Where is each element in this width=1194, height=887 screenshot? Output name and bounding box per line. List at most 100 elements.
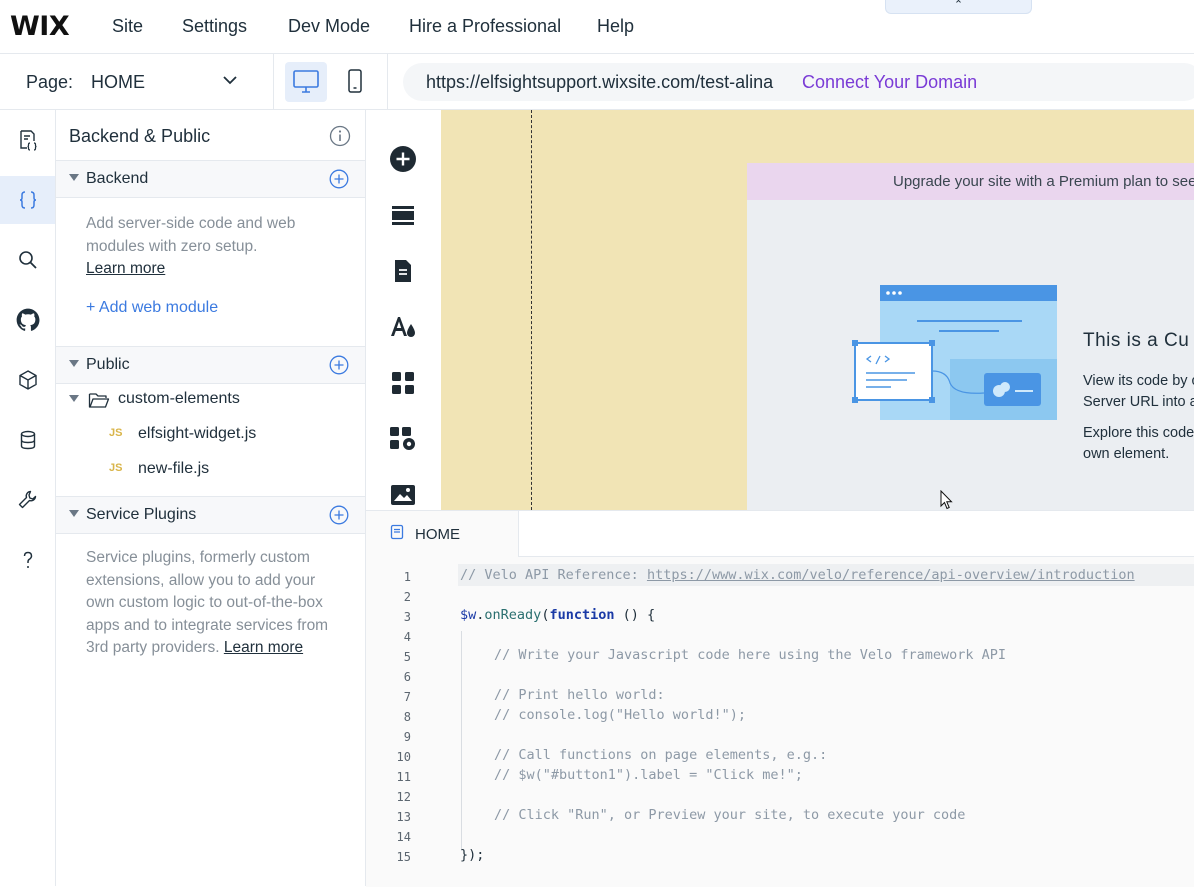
public-section-header[interactable]: Public bbox=[56, 346, 365, 384]
code-editor[interactable]: HOME 1 2 3 4 5 6 7 8 9 10 11 12 13 14 15… bbox=[366, 510, 1194, 887]
add-backend-button[interactable] bbox=[329, 169, 349, 194]
line-number: 12 bbox=[396, 790, 411, 804]
sections-button[interactable] bbox=[388, 200, 418, 230]
tab-home[interactable]: HOME bbox=[366, 511, 519, 557]
page-bar: Page: HOME https://elfsightsupport.wixsi… bbox=[0, 54, 1194, 110]
search-button[interactable] bbox=[0, 236, 55, 284]
file-row[interactable]: JS elfsight-widget.js bbox=[56, 420, 365, 450]
mobile-icon bbox=[348, 69, 362, 93]
menu-help[interactable]: Help bbox=[597, 16, 634, 37]
menu-settings[interactable]: Settings bbox=[182, 16, 247, 37]
developer-tools-button[interactable] bbox=[0, 476, 55, 524]
menu-dev-mode[interactable]: Dev Mode bbox=[288, 16, 370, 37]
add-elements-button[interactable] bbox=[388, 144, 418, 174]
api-reference-link[interactable]: https://www.wix.com/velo/reference/api-o… bbox=[647, 567, 1135, 583]
databases-button[interactable] bbox=[0, 416, 55, 464]
github-button[interactable] bbox=[0, 296, 55, 344]
image-icon bbox=[391, 485, 415, 505]
file-row[interactable]: JS new-file.js bbox=[56, 455, 365, 485]
custom-element-text: Server URL into a bbox=[1083, 394, 1194, 410]
custom-element-text: Explore this code bbox=[1083, 425, 1194, 441]
editor-tab-bar: HOME bbox=[366, 511, 1194, 557]
backend-public-button[interactable] bbox=[0, 176, 55, 224]
line-number: 13 bbox=[396, 810, 411, 824]
add-service-plugin-button[interactable] bbox=[329, 505, 349, 530]
code-comment[interactable]: // $w("#button1").label = "Click me!"; bbox=[494, 767, 803, 783]
page-selector[interactable]: HOME bbox=[91, 72, 145, 93]
database-icon bbox=[20, 430, 35, 450]
site-design-button[interactable] bbox=[388, 312, 418, 342]
line-number: 2 bbox=[403, 590, 411, 604]
braces-icon bbox=[19, 191, 36, 209]
plus-circle-icon bbox=[329, 355, 349, 375]
packages-button[interactable] bbox=[0, 356, 55, 404]
menu-hire-professional[interactable]: Hire a Professional bbox=[409, 16, 561, 37]
gridline bbox=[531, 110, 532, 510]
connect-domain-link[interactable]: Connect Your Domain bbox=[802, 72, 977, 93]
collapse-triangle-icon[interactable] bbox=[69, 360, 79, 367]
code-token: onReady bbox=[484, 607, 542, 623]
plus-circle-icon bbox=[329, 505, 349, 525]
code-comment[interactable]: // Print hello world: bbox=[494, 687, 665, 703]
pages-button[interactable] bbox=[388, 256, 418, 286]
collapse-triangle-icon[interactable] bbox=[69, 510, 79, 517]
code-line[interactable]: $w.onReady(function () { bbox=[460, 607, 655, 623]
code-line[interactable]: }); bbox=[460, 847, 484, 863]
help-button[interactable] bbox=[0, 536, 55, 584]
chevron-down-icon[interactable] bbox=[222, 70, 238, 95]
info-icon[interactable] bbox=[329, 125, 351, 152]
code-comment: // Velo API Reference: bbox=[460, 567, 647, 583]
tab-label: HOME bbox=[415, 526, 460, 543]
custom-element-preview[interactable]: Upgrade your site with a Premium plan to… bbox=[747, 163, 1194, 510]
help-icon bbox=[23, 551, 32, 568]
package-icon bbox=[18, 370, 37, 390]
apps-button[interactable] bbox=[388, 368, 418, 398]
chevron-up-icon: ⌃ bbox=[953, 0, 964, 11]
code-comment[interactable]: // console.log("Hello world!"); bbox=[494, 707, 746, 723]
collapse-toolbar-button[interactable]: ⌃ bbox=[885, 0, 1032, 14]
line-number: 1 bbox=[403, 570, 411, 584]
code-comment[interactable]: // Call functions on page elements, e.g.… bbox=[494, 747, 827, 763]
add-web-module-link[interactable]: + Add web module bbox=[86, 299, 218, 317]
page-code-button[interactable] bbox=[0, 116, 55, 164]
search-icon bbox=[18, 251, 37, 269]
custom-element-text: own element. bbox=[1083, 446, 1170, 462]
desktop-icon bbox=[293, 70, 319, 93]
page-code-icon bbox=[19, 130, 37, 151]
wix-logo[interactable]: WIX bbox=[10, 11, 70, 42]
code-line[interactable]: // Velo API Reference: https://www.wix.c… bbox=[460, 567, 1135, 583]
public-label: Public bbox=[86, 356, 130, 373]
mobile-view-button[interactable] bbox=[340, 62, 370, 102]
menu-site[interactable]: Site bbox=[112, 16, 143, 37]
line-number: 5 bbox=[403, 650, 411, 664]
code-comment[interactable]: // Write your Javascript code here using… bbox=[494, 647, 1006, 663]
backend-learn-more-link[interactable]: Learn more bbox=[86, 260, 165, 277]
desktop-view-button[interactable] bbox=[285, 62, 327, 102]
panel-title: Backend & Public bbox=[69, 126, 211, 146]
media-button[interactable] bbox=[388, 480, 418, 510]
plugins-learn-more-link[interactable]: Learn more bbox=[224, 639, 303, 656]
line-number: 6 bbox=[403, 670, 411, 684]
folder-row[interactable]: custom-elements bbox=[56, 385, 365, 415]
collapse-triangle-icon[interactable] bbox=[69, 174, 79, 181]
site-url[interactable]: https://elfsightsupport.wixsite.com/test… bbox=[426, 72, 773, 93]
code-token: () { bbox=[614, 607, 656, 623]
page-icon bbox=[395, 260, 411, 282]
code-comment[interactable]: // Click "Run", or Preview your site, to… bbox=[494, 807, 965, 823]
service-plugins-description: Service plugins, formerly custom extensi… bbox=[86, 547, 341, 660]
backend-section-header[interactable]: Backend bbox=[56, 160, 365, 198]
editor-canvas[interactable]: Upgrade your site with a Premium plan to… bbox=[441, 110, 1194, 510]
divider bbox=[387, 54, 388, 109]
business-apps-button[interactable] bbox=[388, 424, 418, 454]
folder-icon bbox=[88, 393, 110, 408]
collapse-triangle-icon[interactable] bbox=[69, 395, 79, 402]
github-icon bbox=[16, 308, 39, 331]
service-plugins-section-header[interactable]: Service Plugins bbox=[56, 496, 365, 534]
apps-grid-icon bbox=[392, 372, 414, 394]
apps-gear-icon bbox=[390, 427, 415, 450]
line-number: 7 bbox=[403, 690, 411, 704]
folder-name: custom-elements bbox=[118, 390, 240, 407]
add-public-button[interactable] bbox=[329, 355, 349, 380]
premium-banner-text: Upgrade your site with a Premium plan to… bbox=[893, 173, 1194, 190]
file-name: new-file.js bbox=[138, 460, 210, 477]
